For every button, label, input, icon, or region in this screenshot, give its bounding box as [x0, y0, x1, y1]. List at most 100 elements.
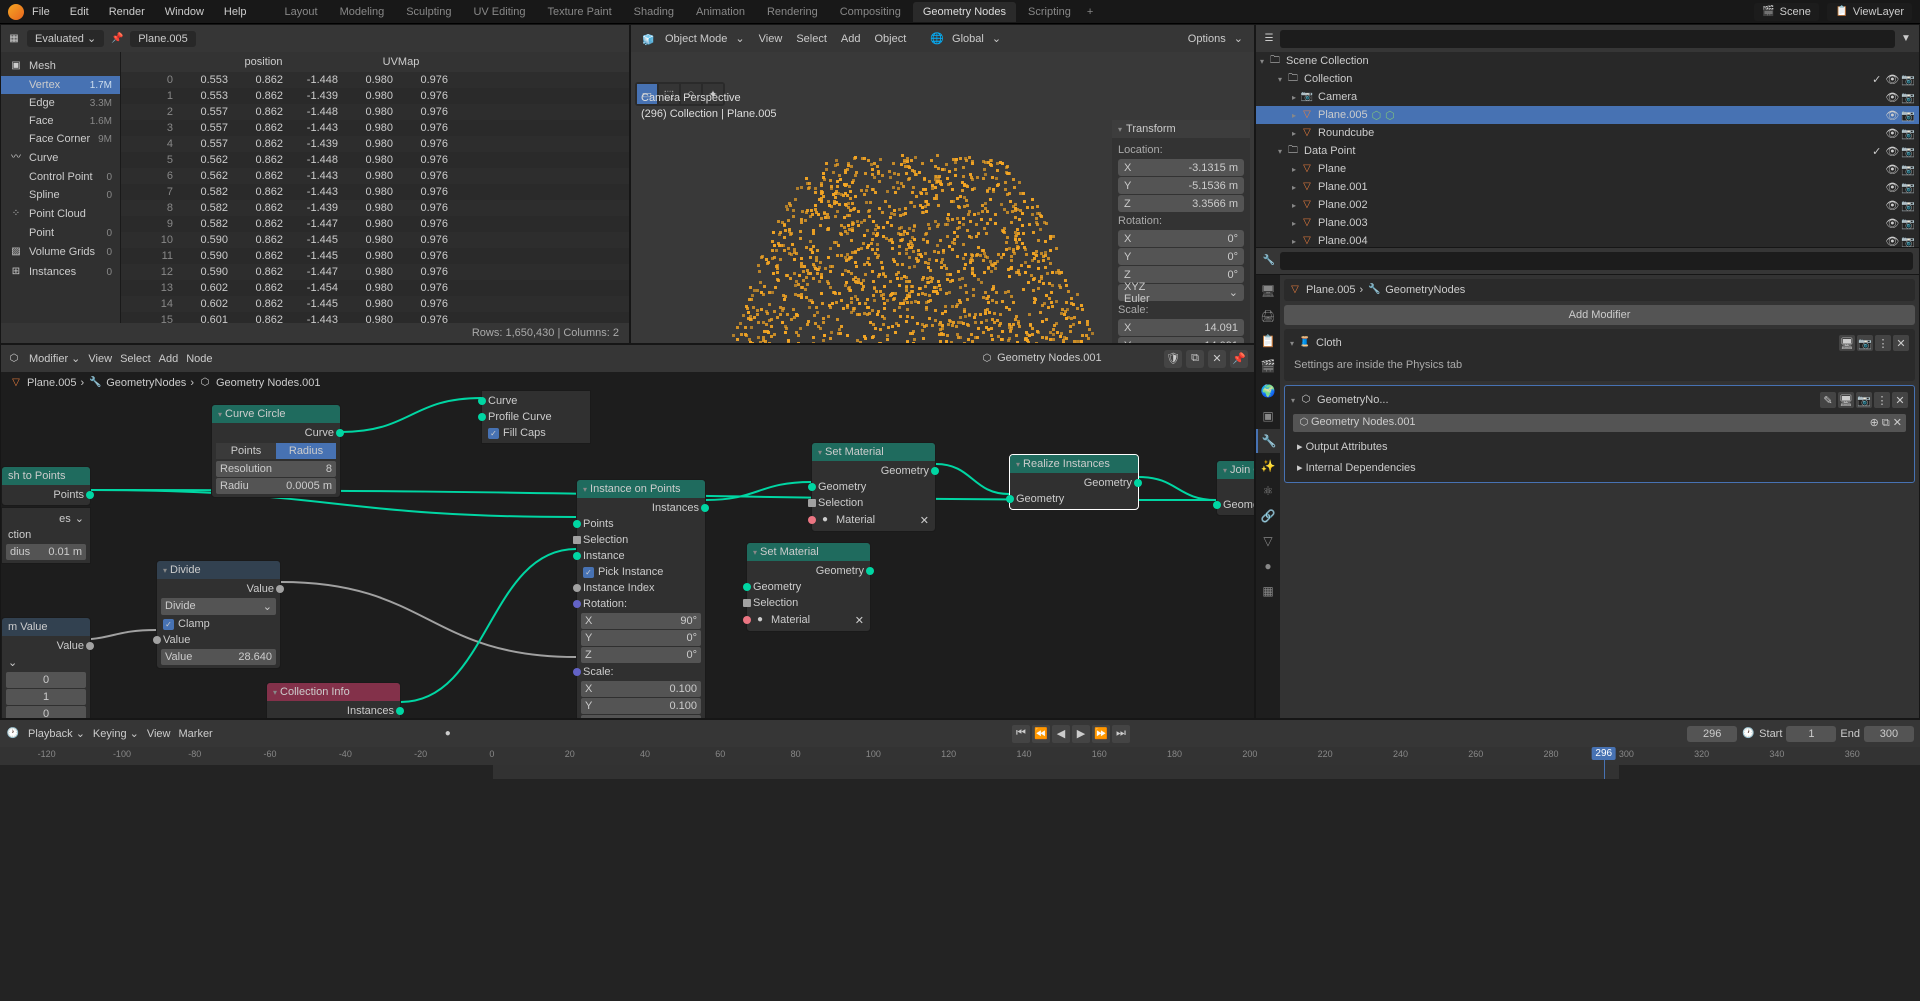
- tab-modeling[interactable]: Modeling: [330, 2, 395, 22]
- viewport-editor-icon[interactable]: 🧊: [637, 32, 651, 46]
- start-frame[interactable]: 1: [1786, 726, 1836, 742]
- disclosure-icon[interactable]: ▾: [1260, 57, 1264, 66]
- checkbox-icon[interactable]: ✓: [488, 428, 499, 439]
- menu-edit[interactable]: Edit: [62, 3, 97, 21]
- domain-point[interactable]: Point0: [1, 224, 120, 242]
- table-row[interactable]: 90.5820.862-1.4470.9800.976: [121, 216, 629, 232]
- timeline-editor-icon[interactable]: 🕐: [6, 727, 20, 741]
- table-row[interactable]: 20.5570.862-1.4480.9800.976: [121, 104, 629, 120]
- sidebar-tab-create[interactable]: Create: [1254, 192, 1255, 237]
- mod-realtime-icon[interactable]: 🖥: [1838, 392, 1854, 408]
- jump-start-icon[interactable]: ⏮: [1012, 725, 1030, 743]
- transform-field[interactable]: X-3.1315 m: [1118, 159, 1244, 176]
- ne-menu-node[interactable]: Node: [186, 353, 212, 365]
- pin-icon[interactable]: 📌: [110, 32, 124, 46]
- menu-file[interactable]: File: [24, 3, 58, 21]
- unlink-icon[interactable]: ✕: [1208, 350, 1226, 368]
- transform-field[interactable]: X0°: [1118, 230, 1244, 247]
- node-canvas[interactable]: ▽Plane.005 › 🔧GeometryNodes › ⬡Geometry …: [1, 372, 1254, 718]
- node-math-divide[interactable]: ▾Divide Value Divide⌄ ✓Clamp Value Value…: [156, 560, 281, 669]
- node-curve-circle[interactable]: ▾Curve Circle Curve PointsRadius Resolut…: [211, 404, 341, 498]
- tab-compositing[interactable]: Compositing: [830, 2, 911, 22]
- tab-modifiers[interactable]: 🔧: [1256, 429, 1280, 453]
- sidebar-tab-blenderkit[interactable]: BlenderKit: [1254, 237, 1255, 297]
- tab-render[interactable]: 🖥: [1256, 279, 1280, 303]
- nodeeditor-icon[interactable]: ⬡: [7, 352, 21, 366]
- vp-menu-add[interactable]: Add: [836, 31, 866, 47]
- transform-field[interactable]: Z3.3566 m: [1118, 195, 1244, 212]
- node-partial-left[interactable]: es⌄ ction dius0.01 m: [1, 507, 91, 564]
- properties-search[interactable]: [1280, 252, 1913, 270]
- node-set-material-2[interactable]: ▾Set Material Geometry Geometry Selectio…: [746, 542, 871, 632]
- outliner-editor-icon[interactable]: ☰: [1262, 32, 1276, 46]
- object-field[interactable]: Plane.005: [130, 31, 196, 47]
- jump-end-icon[interactable]: ⏭: [1112, 725, 1130, 743]
- tab-sculpting[interactable]: Sculpting: [396, 2, 461, 22]
- node-mesh-to-points[interactable]: sh to Points Points: [1, 466, 91, 506]
- node-instance-on-points[interactable]: ▾Instance on Points Instances Points Sel…: [576, 479, 706, 718]
- tab-world[interactable]: 🌍: [1256, 379, 1280, 403]
- menu-window[interactable]: Window: [157, 3, 212, 21]
- nodetree-selector[interactable]: ⬡Geometry Nodes.001⊕ ⧉ ✕: [1293, 414, 1906, 432]
- output-attrs[interactable]: ▸ Output Attributes: [1289, 436, 1910, 457]
- domain-spline[interactable]: Spline0: [1, 186, 120, 204]
- table-row[interactable]: 100.5900.862-1.4450.9800.976: [121, 232, 629, 248]
- domain-edge[interactable]: Edge3.3M: [1, 94, 120, 112]
- domain-vertex[interactable]: Vertex1.7M: [1, 76, 120, 94]
- spreadsheet-editor-icon[interactable]: ▦: [7, 32, 21, 46]
- copy-icon[interactable]: ⧉: [1186, 350, 1204, 368]
- keyframe-prev-icon[interactable]: ⏪: [1032, 725, 1050, 743]
- tab-animation[interactable]: Animation: [686, 2, 755, 22]
- viewlayer-field[interactable]: 📋ViewLayer: [1827, 3, 1912, 21]
- outliner-item[interactable]: ▾🗀Collection✓👁📷: [1256, 70, 1919, 88]
- domain-face[interactable]: Face1.6M: [1, 112, 120, 130]
- ne-menu-select[interactable]: Select: [120, 353, 151, 365]
- clock-icon[interactable]: 🕐: [1741, 727, 1755, 741]
- resolution-field[interactable]: Resolution8: [216, 461, 336, 477]
- vp-menu-view[interactable]: View: [754, 31, 788, 47]
- tab-physics[interactable]: ⚛: [1256, 479, 1280, 503]
- outliner-item[interactable]: ▾🗀Data Point✓👁📷: [1256, 142, 1919, 160]
- rotation-mode[interactable]: XYZ Euler⌄: [1118, 284, 1244, 301]
- vp-menu-object[interactable]: Object: [869, 31, 911, 47]
- play-reverse-icon[interactable]: ◀: [1052, 725, 1070, 743]
- outliner-item[interactable]: ▸▽Plane.004👁📷: [1256, 232, 1919, 247]
- options-dropdown[interactable]: Options ⌄: [1178, 30, 1248, 47]
- table-row[interactable]: 80.5820.862-1.4390.9800.976: [121, 200, 629, 216]
- sidebar-tab-quad-remesh[interactable]: Quad Remesh: [1254, 297, 1255, 344]
- tab-scripting[interactable]: Scripting: [1018, 2, 1081, 22]
- eval-state-dropdown[interactable]: Evaluated ⌄: [27, 30, 104, 47]
- outliner-item[interactable]: ▸▽Plane.005 ⬡ ⬡👁📷: [1256, 106, 1919, 124]
- filter-icon[interactable]: ▼: [1899, 32, 1913, 46]
- add-workspace-button[interactable]: +: [1081, 3, 1099, 21]
- disclosure-icon[interactable]: ▾: [1290, 339, 1294, 348]
- add-modifier-button[interactable]: Add Modifier: [1284, 305, 1915, 325]
- operation-dropdown[interactable]: Divide⌄: [161, 598, 276, 615]
- tab-texture-paint[interactable]: Texture Paint: [537, 2, 621, 22]
- outliner-item[interactable]: ▸▽Roundcube👁📷: [1256, 124, 1919, 142]
- tl-keying[interactable]: Keying ⌄: [93, 727, 139, 740]
- sidebar-tab-view[interactable]: View: [1254, 155, 1255, 192]
- table-row[interactable]: 70.5820.862-1.4430.9800.976: [121, 184, 629, 200]
- ne-menu-view[interactable]: View: [88, 353, 112, 365]
- outliner-item[interactable]: ▸▽Plane👁📷: [1256, 160, 1919, 178]
- modifier-geonodes[interactable]: ▾⬡GeometryNo... ✎🖥📷⋮✕ ⬡Geometry Nodes.00…: [1284, 385, 1915, 483]
- table-row[interactable]: 40.5570.862-1.4390.9800.976: [121, 136, 629, 152]
- pin-icon[interactable]: 📌: [1230, 350, 1248, 368]
- node-fill-curve-partial[interactable]: Curve Profile Curve ✓Fill Caps: [481, 390, 591, 444]
- checkbox-icon[interactable]: ✓: [163, 619, 174, 630]
- modifier-cloth[interactable]: ▾🧵Cloth 🖥📷⋮✕ Settings are inside the Phy…: [1284, 329, 1915, 381]
- table-row[interactable]: 110.5900.862-1.4450.9800.976: [121, 248, 629, 264]
- menu-help[interactable]: Help: [216, 3, 255, 21]
- autokey-icon[interactable]: ●: [441, 727, 455, 741]
- timeline-track[interactable]: -120-100-80-60-40-2002040608010012014016…: [0, 747, 1920, 779]
- ne-menu-add[interactable]: Add: [159, 353, 179, 365]
- outliner-item[interactable]: ▸▽Plane.003👁📷: [1256, 214, 1919, 232]
- tab-texture[interactable]: ▦: [1256, 579, 1280, 603]
- tab-geometry-nodes[interactable]: Geometry Nodes: [913, 2, 1016, 22]
- table-row[interactable]: 140.6020.862-1.4450.9800.976: [121, 296, 629, 312]
- domain-face-corner[interactable]: Face Corner9M: [1, 130, 120, 148]
- current-frame[interactable]: 296: [1687, 726, 1737, 742]
- tl-marker[interactable]: Marker: [179, 728, 213, 740]
- radius-field[interactable]: Radiu0.0005 m: [216, 478, 336, 494]
